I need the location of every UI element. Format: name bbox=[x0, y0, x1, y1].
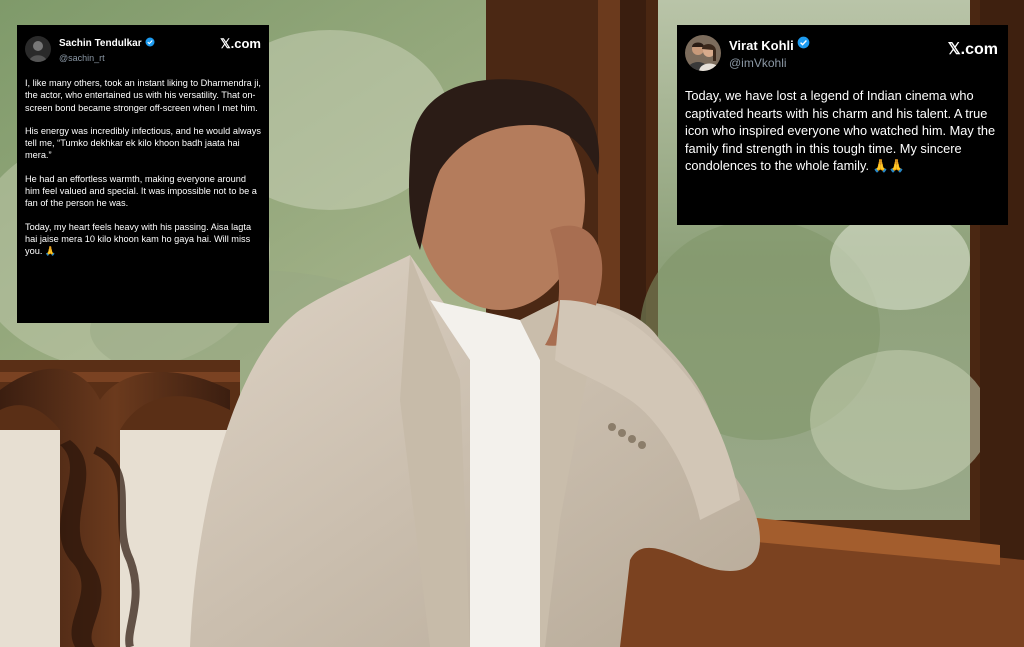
tweet-card-sachin[interactable]: Sachin Tendulkar @sachin_rt 𝕏.com I, lik… bbox=[17, 25, 269, 323]
author-name[interactable]: Virat Kohli bbox=[729, 38, 794, 53]
tweet-text: I, like many others, took an instant lik… bbox=[25, 77, 261, 258]
author-name[interactable]: Sachin Tendulkar bbox=[59, 38, 142, 49]
verified-badge-icon bbox=[797, 36, 810, 54]
author-handle[interactable]: @sachin_rt bbox=[59, 53, 155, 63]
author-handle[interactable]: @imVkohli bbox=[729, 56, 810, 70]
x-logo-icon: 𝕏.com bbox=[220, 36, 261, 51]
avatar-image bbox=[25, 35, 51, 62]
avatar[interactable] bbox=[25, 35, 51, 62]
tweet-card-virat[interactable]: Virat Kohli @imVkohli 𝕏.com Today, we ha… bbox=[677, 25, 1008, 225]
avatar[interactable] bbox=[685, 35, 721, 71]
tweet-paragraph: He had an effortless warmth, making ever… bbox=[25, 173, 257, 209]
verified-badge-icon bbox=[145, 34, 155, 52]
tweet-paragraph: His energy was incredibly infectious, an… bbox=[25, 125, 261, 161]
tweet-paragraph: I, like many others, took an instant lik… bbox=[25, 78, 261, 113]
tweet-header: Virat Kohli @imVkohli 𝕏.com bbox=[685, 35, 998, 71]
x-logo-icon: 𝕏.com bbox=[947, 41, 998, 58]
tweet-text: Today, we have lost a legend of Indian c… bbox=[685, 88, 996, 174]
avatar-image bbox=[685, 35, 721, 71]
tweet-paragraph: Today, my heart feels heavy with his pas… bbox=[25, 221, 252, 257]
tweet-header: Sachin Tendulkar @sachin_rt 𝕏.com bbox=[25, 34, 261, 63]
